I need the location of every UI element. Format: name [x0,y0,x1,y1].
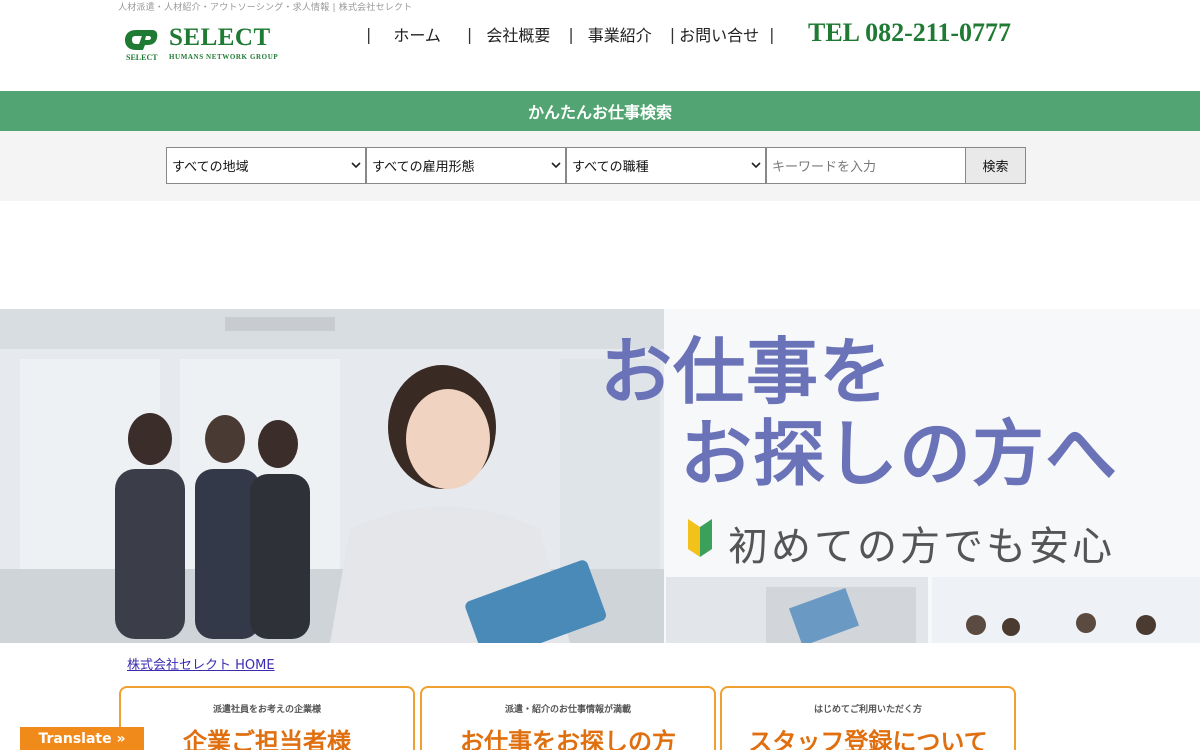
card-corporate[interactable]: 派遣社員をお考えの企業様 企業ご担当者様 [119,686,415,750]
nav-separator: | [769,24,775,44]
logo-mark-icon [125,30,158,50]
search-button[interactable]: 検索 [965,147,1026,184]
main-nav: | ホーム | 会社概要 | 事業紹介 | お問い合せ | [366,22,775,46]
chevron-down-icon [751,162,761,169]
job-search-title: かんたんお仕事検索 [527,103,672,122]
job-search-form: すべての地域 すべての雇用形態 すべての職種 キーワードを入力 検索 [0,131,1200,201]
breadcrumb-home-link[interactable]: 株式会社セレクト HOME [127,654,275,673]
keyword-placeholder: キーワードを入力 [772,160,877,175]
beginner-mark-icon [688,519,712,557]
region-select[interactable]: すべての地域 [166,147,366,184]
translate-button[interactable]: Translate » [20,727,144,750]
card-job-seekers[interactable]: 派遣・紹介のお仕事情報が満載 お仕事をお探しの方 [420,686,716,750]
job-search-header: かんたんお仕事検索 [0,91,1200,131]
nav-separator: | [669,24,676,44]
job-select-value: すべての職種 [572,160,649,175]
logo-wordmark: SELECT [169,24,271,51]
hero-thumbnail-photos [666,577,1200,643]
region-select-value: すべての地域 [172,160,249,175]
employment-type-select[interactable]: すべての雇用形態 [366,147,566,184]
nav-company[interactable]: 会社概要 [486,22,550,46]
card-job-seekers-caption: 派遣・紹介のお仕事情報が満載 [504,705,631,715]
select-logo[interactable]: SELECT SELECT HUMANS NETWORK GROUP [124,24,294,62]
hero-office-photo [0,309,664,643]
card-staff-registration-caption: はじめてご利用いただく方 [813,705,922,715]
nav-contact[interactable]: お問い合せ [679,22,759,46]
chevron-down-icon [351,162,361,169]
job-type-select[interactable]: すべての職種 [566,147,766,184]
employment-select-value: すべての雇用形態 [372,160,475,175]
card-job-seekers-title: お仕事をお探しの方 [460,728,676,750]
keyword-input[interactable]: キーワードを入力 [766,147,966,184]
logo-sub-left: SELECT [126,53,158,62]
hero-headline-line1: お仕事を [600,330,893,414]
chevron-down-icon [551,162,561,169]
nav-separator: | [466,24,473,44]
logo-sub-right: HUMANS NETWORK GROUP [169,53,279,61]
nav-separator: | [568,24,574,44]
card-staff-registration[interactable]: はじめてご利用いただく方 スタッフ登録について [720,686,1016,750]
card-corporate-title: 企業ご担当者様 [183,728,351,750]
card-corporate-caption: 派遣社員をお考えの企業様 [212,705,321,715]
hero-subline: 初めての方でも安心 [728,524,1115,570]
site-tagline: 人材派遣・人材紹介・アウトソーシング・求人情報 | 株式会社セレクト [118,3,413,13]
card-staff-registration-title: スタッフ登録について [748,728,988,750]
hero-banner[interactable]: お仕事を お探しの方へ 初めての方でも安心 [0,309,1200,643]
phone-number[interactable]: TEL 082-211-0777 [808,18,1011,48]
nav-business[interactable]: 事業紹介 [588,22,652,46]
nav-separator: | [366,24,372,44]
hero-headline-line2: お探しの方へ [680,412,1119,496]
nav-home[interactable]: ホーム [393,22,441,46]
